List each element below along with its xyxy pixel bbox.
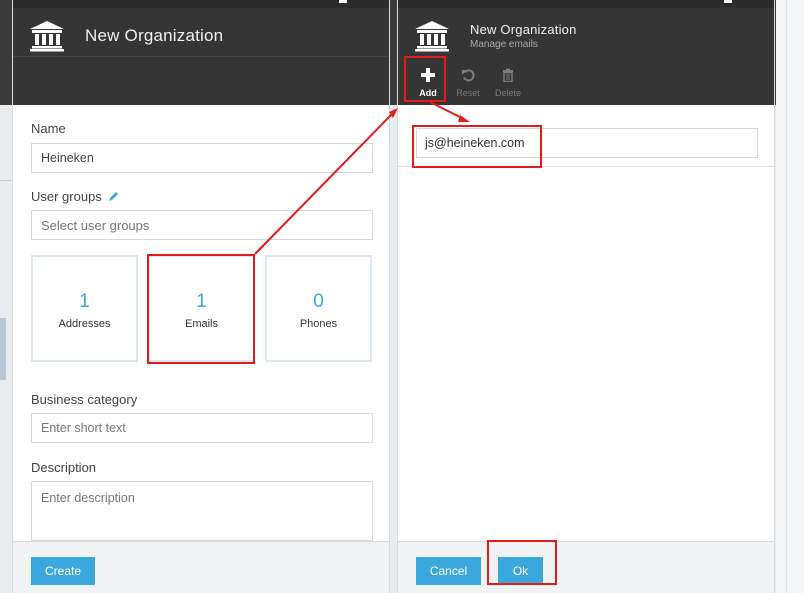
background-divider — [0, 180, 12, 181]
phones-label: Phones — [299, 318, 338, 330]
manage-emails-panel: New Organization Manage emails Add Reset — [397, 0, 775, 593]
panel-footer: Create — [13, 541, 389, 593]
add-button-highlight — [404, 56, 446, 102]
panel-header: New Organization Manage emails Add Reset — [398, 0, 774, 105]
panel-header: New Organization — [13, 0, 389, 105]
header-divider — [13, 56, 389, 57]
background-right-divider — [786, 0, 787, 593]
name-input[interactable]: Heineken — [31, 143, 373, 173]
addresses-tile[interactable]: 1 Addresses — [31, 255, 138, 362]
addresses-label: Addresses — [58, 318, 111, 330]
header-title-row: New Organization — [29, 18, 223, 54]
panel-header-topbar — [13, 0, 389, 8]
bank-icon — [415, 21, 449, 52]
pencil-icon[interactable] — [108, 190, 120, 202]
window-control[interactable] — [339, 0, 347, 3]
create-button[interactable]: Create — [31, 557, 95, 585]
panel-header-topbar — [398, 0, 774, 8]
reset-icon — [462, 69, 475, 82]
email-field-highlight — [412, 125, 542, 168]
background-right-strip — [776, 0, 804, 593]
addresses-count: 1 — [79, 291, 90, 312]
window-control[interactable] — [724, 0, 732, 3]
panel-title: New Organization — [85, 26, 224, 45]
panel-subtitle: Manage emails — [470, 39, 538, 50]
user-groups-select[interactable]: Select user groups — [31, 210, 373, 240]
phones-count: 0 — [313, 291, 324, 312]
header-title-row: New Organization Manage emails — [414, 18, 577, 54]
user-groups-label-text: User groups — [31, 189, 102, 204]
user-groups-label: User groups — [31, 189, 120, 204]
ok-button-highlight — [487, 540, 557, 585]
reset-tool-button[interactable]: Reset — [448, 63, 488, 105]
background-block — [0, 318, 6, 380]
panel-body: js@heineken.com — [398, 105, 774, 541]
business-category-input[interactable]: Enter short text — [31, 413, 373, 443]
trash-icon — [503, 68, 513, 82]
panel-title: New Organization — [470, 22, 577, 37]
reset-tool-label: Reset — [456, 88, 480, 98]
cancel-button[interactable]: Cancel — [416, 557, 481, 585]
panel-footer: Cancel Ok — [398, 541, 774, 593]
phones-tile[interactable]: 0 Phones — [265, 255, 372, 362]
description-label: Description — [31, 460, 97, 475]
delete-tool-button[interactable]: Delete — [488, 63, 528, 105]
delete-tool-label: Delete — [494, 88, 521, 98]
emails-tile-highlight — [147, 254, 255, 364]
bank-icon — [30, 21, 64, 52]
header-text: New Organization Manage emails — [470, 22, 577, 50]
description-textarea[interactable]: Enter description — [31, 481, 373, 541]
name-label: Name — [31, 121, 66, 136]
business-category-label: Business category — [31, 392, 138, 407]
